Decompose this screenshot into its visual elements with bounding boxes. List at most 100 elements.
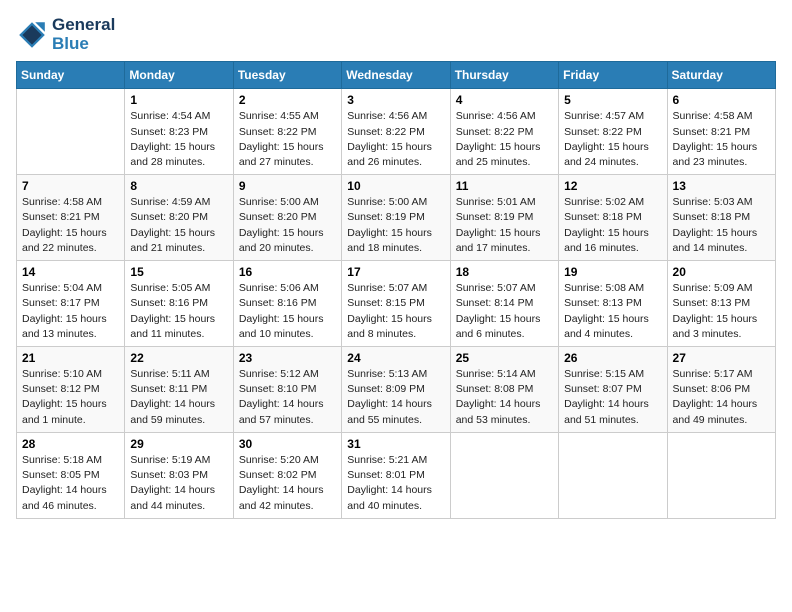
day-number: 3 (347, 93, 444, 107)
calendar-cell (17, 89, 125, 175)
calendar-cell: 27 Sunrise: 5:17 AMSunset: 8:06 PMDaylig… (667, 347, 775, 433)
day-info: Sunrise: 4:56 AMSunset: 8:22 PMDaylight:… (456, 109, 553, 170)
day-number: 5 (564, 93, 661, 107)
day-number: 13 (673, 179, 770, 193)
day-number: 28 (22, 437, 119, 451)
day-info: Sunrise: 5:00 AMSunset: 8:19 PMDaylight:… (347, 195, 444, 256)
day-info: Sunrise: 4:54 AMSunset: 8:23 PMDaylight:… (130, 109, 227, 170)
day-info: Sunrise: 5:14 AMSunset: 8:08 PMDaylight:… (456, 367, 553, 428)
calendar-cell: 28 Sunrise: 5:18 AMSunset: 8:05 PMDaylig… (17, 432, 125, 518)
day-number: 9 (239, 179, 336, 193)
day-info: Sunrise: 5:06 AMSunset: 8:16 PMDaylight:… (239, 281, 336, 342)
day-info: Sunrise: 5:12 AMSunset: 8:10 PMDaylight:… (239, 367, 336, 428)
calendar-cell: 9 Sunrise: 5:00 AMSunset: 8:20 PMDayligh… (233, 175, 341, 261)
day-info: Sunrise: 5:07 AMSunset: 8:14 PMDaylight:… (456, 281, 553, 342)
weekday-header: Thursday (450, 62, 558, 89)
day-number: 27 (673, 351, 770, 365)
day-number: 22 (130, 351, 227, 365)
day-number: 8 (130, 179, 227, 193)
day-number: 31 (347, 437, 444, 451)
logo-text: General Blue (52, 16, 115, 53)
calendar-cell: 20 Sunrise: 5:09 AMSunset: 8:13 PMDaylig… (667, 261, 775, 347)
calendar-cell (559, 432, 667, 518)
day-number: 12 (564, 179, 661, 193)
day-info: Sunrise: 4:55 AMSunset: 8:22 PMDaylight:… (239, 109, 336, 170)
logo-icon (16, 19, 48, 51)
weekday-header: Monday (125, 62, 233, 89)
day-number: 30 (239, 437, 336, 451)
day-info: Sunrise: 5:10 AMSunset: 8:12 PMDaylight:… (22, 367, 119, 428)
calendar-cell: 12 Sunrise: 5:02 AMSunset: 8:18 PMDaylig… (559, 175, 667, 261)
calendar-cell (450, 432, 558, 518)
calendar-cell: 4 Sunrise: 4:56 AMSunset: 8:22 PMDayligh… (450, 89, 558, 175)
calendar-cell: 8 Sunrise: 4:59 AMSunset: 8:20 PMDayligh… (125, 175, 233, 261)
day-info: Sunrise: 5:15 AMSunset: 8:07 PMDaylight:… (564, 367, 661, 428)
calendar-cell: 21 Sunrise: 5:10 AMSunset: 8:12 PMDaylig… (17, 347, 125, 433)
day-info: Sunrise: 5:04 AMSunset: 8:17 PMDaylight:… (22, 281, 119, 342)
day-info: Sunrise: 5:17 AMSunset: 8:06 PMDaylight:… (673, 367, 770, 428)
calendar-cell: 2 Sunrise: 4:55 AMSunset: 8:22 PMDayligh… (233, 89, 341, 175)
day-info: Sunrise: 4:58 AMSunset: 8:21 PMDaylight:… (22, 195, 119, 256)
calendar-cell: 23 Sunrise: 5:12 AMSunset: 8:10 PMDaylig… (233, 347, 341, 433)
calendar-cell: 17 Sunrise: 5:07 AMSunset: 8:15 PMDaylig… (342, 261, 450, 347)
weekday-header: Friday (559, 62, 667, 89)
weekday-header: Wednesday (342, 62, 450, 89)
day-number: 1 (130, 93, 227, 107)
calendar-cell: 1 Sunrise: 4:54 AMSunset: 8:23 PMDayligh… (125, 89, 233, 175)
day-info: Sunrise: 5:01 AMSunset: 8:19 PMDaylight:… (456, 195, 553, 256)
day-info: Sunrise: 5:08 AMSunset: 8:13 PMDaylight:… (564, 281, 661, 342)
day-info: Sunrise: 5:09 AMSunset: 8:13 PMDaylight:… (673, 281, 770, 342)
logo: General Blue (16, 16, 115, 53)
calendar-cell (667, 432, 775, 518)
day-number: 18 (456, 265, 553, 279)
day-info: Sunrise: 5:07 AMSunset: 8:15 PMDaylight:… (347, 281, 444, 342)
day-info: Sunrise: 5:18 AMSunset: 8:05 PMDaylight:… (22, 453, 119, 514)
day-number: 4 (456, 93, 553, 107)
calendar-cell: 29 Sunrise: 5:19 AMSunset: 8:03 PMDaylig… (125, 432, 233, 518)
day-info: Sunrise: 5:00 AMSunset: 8:20 PMDaylight:… (239, 195, 336, 256)
calendar-cell: 30 Sunrise: 5:20 AMSunset: 8:02 PMDaylig… (233, 432, 341, 518)
day-info: Sunrise: 5:20 AMSunset: 8:02 PMDaylight:… (239, 453, 336, 514)
day-info: Sunrise: 4:56 AMSunset: 8:22 PMDaylight:… (347, 109, 444, 170)
calendar-cell: 25 Sunrise: 5:14 AMSunset: 8:08 PMDaylig… (450, 347, 558, 433)
day-number: 23 (239, 351, 336, 365)
calendar-cell: 10 Sunrise: 5:00 AMSunset: 8:19 PMDaylig… (342, 175, 450, 261)
weekday-header: Tuesday (233, 62, 341, 89)
day-number: 25 (456, 351, 553, 365)
day-info: Sunrise: 5:03 AMSunset: 8:18 PMDaylight:… (673, 195, 770, 256)
weekday-header: Saturday (667, 62, 775, 89)
day-info: Sunrise: 5:21 AMSunset: 8:01 PMDaylight:… (347, 453, 444, 514)
day-number: 17 (347, 265, 444, 279)
day-info: Sunrise: 5:19 AMSunset: 8:03 PMDaylight:… (130, 453, 227, 514)
day-number: 6 (673, 93, 770, 107)
day-number: 26 (564, 351, 661, 365)
calendar-cell: 16 Sunrise: 5:06 AMSunset: 8:16 PMDaylig… (233, 261, 341, 347)
calendar-cell: 22 Sunrise: 5:11 AMSunset: 8:11 PMDaylig… (125, 347, 233, 433)
calendar-cell: 24 Sunrise: 5:13 AMSunset: 8:09 PMDaylig… (342, 347, 450, 433)
calendar-cell: 7 Sunrise: 4:58 AMSunset: 8:21 PMDayligh… (17, 175, 125, 261)
day-info: Sunrise: 5:02 AMSunset: 8:18 PMDaylight:… (564, 195, 661, 256)
day-number: 14 (22, 265, 119, 279)
day-number: 2 (239, 93, 336, 107)
page-header: General Blue (16, 16, 776, 53)
day-number: 21 (22, 351, 119, 365)
day-info: Sunrise: 4:59 AMSunset: 8:20 PMDaylight:… (130, 195, 227, 256)
calendar-cell: 11 Sunrise: 5:01 AMSunset: 8:19 PMDaylig… (450, 175, 558, 261)
calendar-cell: 18 Sunrise: 5:07 AMSunset: 8:14 PMDaylig… (450, 261, 558, 347)
day-info: Sunrise: 5:11 AMSunset: 8:11 PMDaylight:… (130, 367, 227, 428)
day-info: Sunrise: 5:13 AMSunset: 8:09 PMDaylight:… (347, 367, 444, 428)
calendar-cell: 6 Sunrise: 4:58 AMSunset: 8:21 PMDayligh… (667, 89, 775, 175)
calendar-cell: 5 Sunrise: 4:57 AMSunset: 8:22 PMDayligh… (559, 89, 667, 175)
day-number: 29 (130, 437, 227, 451)
calendar-cell: 19 Sunrise: 5:08 AMSunset: 8:13 PMDaylig… (559, 261, 667, 347)
day-number: 24 (347, 351, 444, 365)
day-number: 11 (456, 179, 553, 193)
day-number: 10 (347, 179, 444, 193)
calendar-cell: 31 Sunrise: 5:21 AMSunset: 8:01 PMDaylig… (342, 432, 450, 518)
calendar-cell: 15 Sunrise: 5:05 AMSunset: 8:16 PMDaylig… (125, 261, 233, 347)
day-number: 15 (130, 265, 227, 279)
day-info: Sunrise: 4:58 AMSunset: 8:21 PMDaylight:… (673, 109, 770, 170)
calendar-cell: 26 Sunrise: 5:15 AMSunset: 8:07 PMDaylig… (559, 347, 667, 433)
day-number: 19 (564, 265, 661, 279)
day-info: Sunrise: 5:05 AMSunset: 8:16 PMDaylight:… (130, 281, 227, 342)
